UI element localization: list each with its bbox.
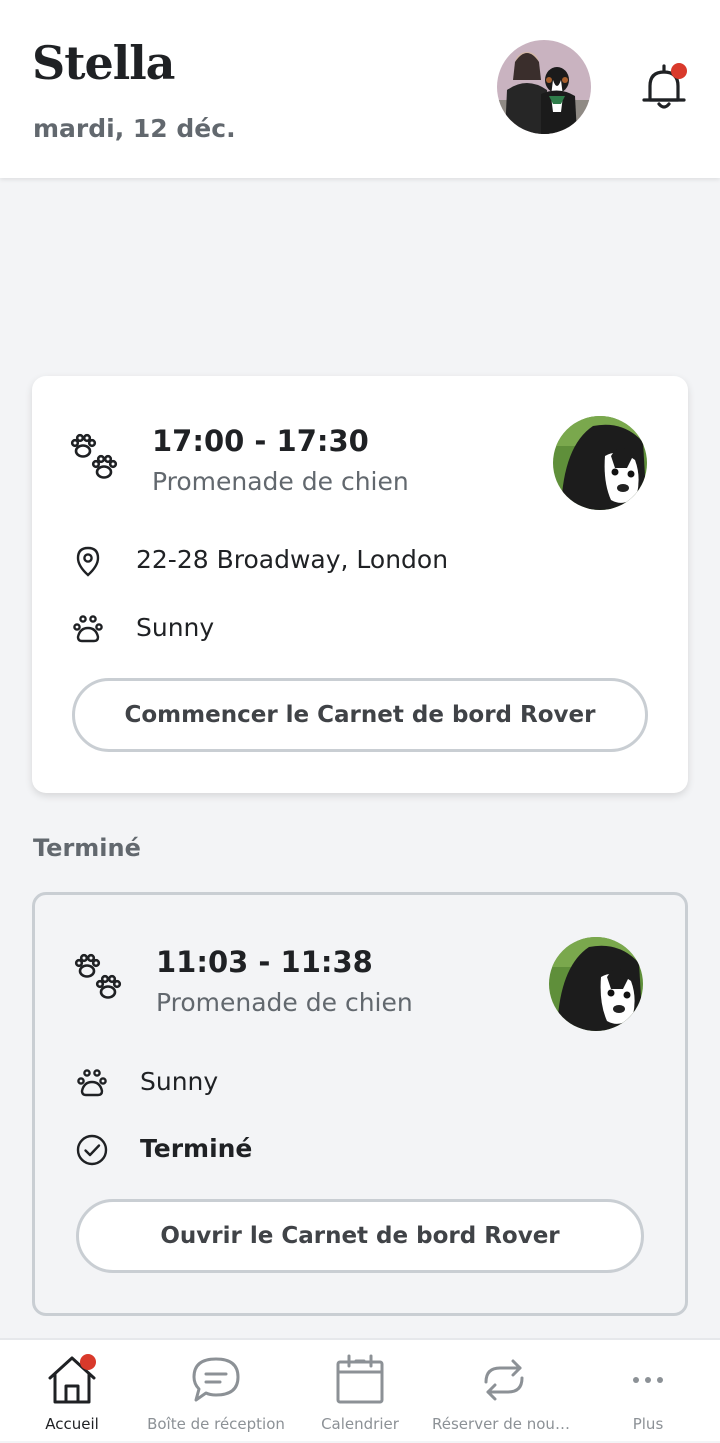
paws-icon bbox=[72, 950, 128, 1006]
paw-icon bbox=[72, 613, 104, 645]
pet-photo[interactable] bbox=[549, 937, 643, 1031]
start-logbook-button[interactable]: Commencer le Carnet de bord Rover bbox=[72, 678, 648, 752]
chat-icon bbox=[188, 1352, 244, 1408]
nav-label: Réserver de nouv… bbox=[432, 1415, 576, 1433]
user-avatar[interactable] bbox=[497, 40, 591, 134]
booking-time: 11:03 - 11:38 bbox=[156, 945, 373, 979]
nav-item-inbox[interactable]: Boîte de réception bbox=[144, 1340, 288, 1443]
service-type: Promenade de chien bbox=[152, 467, 409, 496]
nav-label: Calendrier bbox=[321, 1415, 399, 1433]
service-type: Promenade de chien bbox=[156, 988, 413, 1017]
paw-icon bbox=[76, 1067, 108, 1099]
open-logbook-button[interactable]: Ouvrir le Carnet de bord Rover bbox=[76, 1199, 644, 1273]
completed-booking-card[interactable]: 11:03 - 11:38 Promenade de chien Sunny T… bbox=[32, 892, 688, 1316]
nav-item-home[interactable]: Accueil bbox=[0, 1340, 144, 1443]
current-date: mardi, 12 déc. bbox=[33, 114, 236, 143]
check-circle-icon bbox=[76, 1134, 108, 1166]
nav-label: Boîte de réception bbox=[147, 1415, 285, 1433]
calendar-icon bbox=[332, 1352, 388, 1408]
app-header: Stella mardi, 12 déc. bbox=[0, 0, 720, 178]
nav-item-rebook[interactable]: Réserver de nouv… bbox=[432, 1340, 576, 1443]
location-pin-icon bbox=[72, 545, 104, 577]
nav-item-more[interactable]: Plus bbox=[576, 1340, 720, 1443]
nav-item-calendar[interactable]: Calendrier bbox=[288, 1340, 432, 1443]
section-label-completed: Terminé bbox=[33, 834, 141, 862]
upcoming-booking-card[interactable]: 17:00 - 17:30 Promenade de chien 22-28 B… bbox=[32, 376, 688, 793]
more-icon bbox=[620, 1352, 676, 1408]
bottom-nav: Accueil Boîte de réception Calendrier Ré… bbox=[0, 1338, 720, 1441]
pet-name: Sunny bbox=[140, 1067, 219, 1096]
notification-badge bbox=[671, 63, 687, 79]
booking-status: Terminé bbox=[140, 1134, 253, 1163]
booking-time: 17:00 - 17:30 bbox=[152, 424, 369, 458]
pet-name: Sunny bbox=[136, 613, 215, 642]
paws-icon bbox=[68, 430, 124, 486]
nav-label: Plus bbox=[632, 1415, 664, 1433]
pet-photo[interactable] bbox=[553, 416, 647, 510]
nav-badge bbox=[80, 1354, 96, 1370]
repeat-icon bbox=[476, 1352, 532, 1408]
user-name: Stella bbox=[32, 36, 175, 90]
nav-label: Accueil bbox=[45, 1415, 99, 1433]
booking-address: 22-28 Broadway, London bbox=[136, 545, 449, 574]
